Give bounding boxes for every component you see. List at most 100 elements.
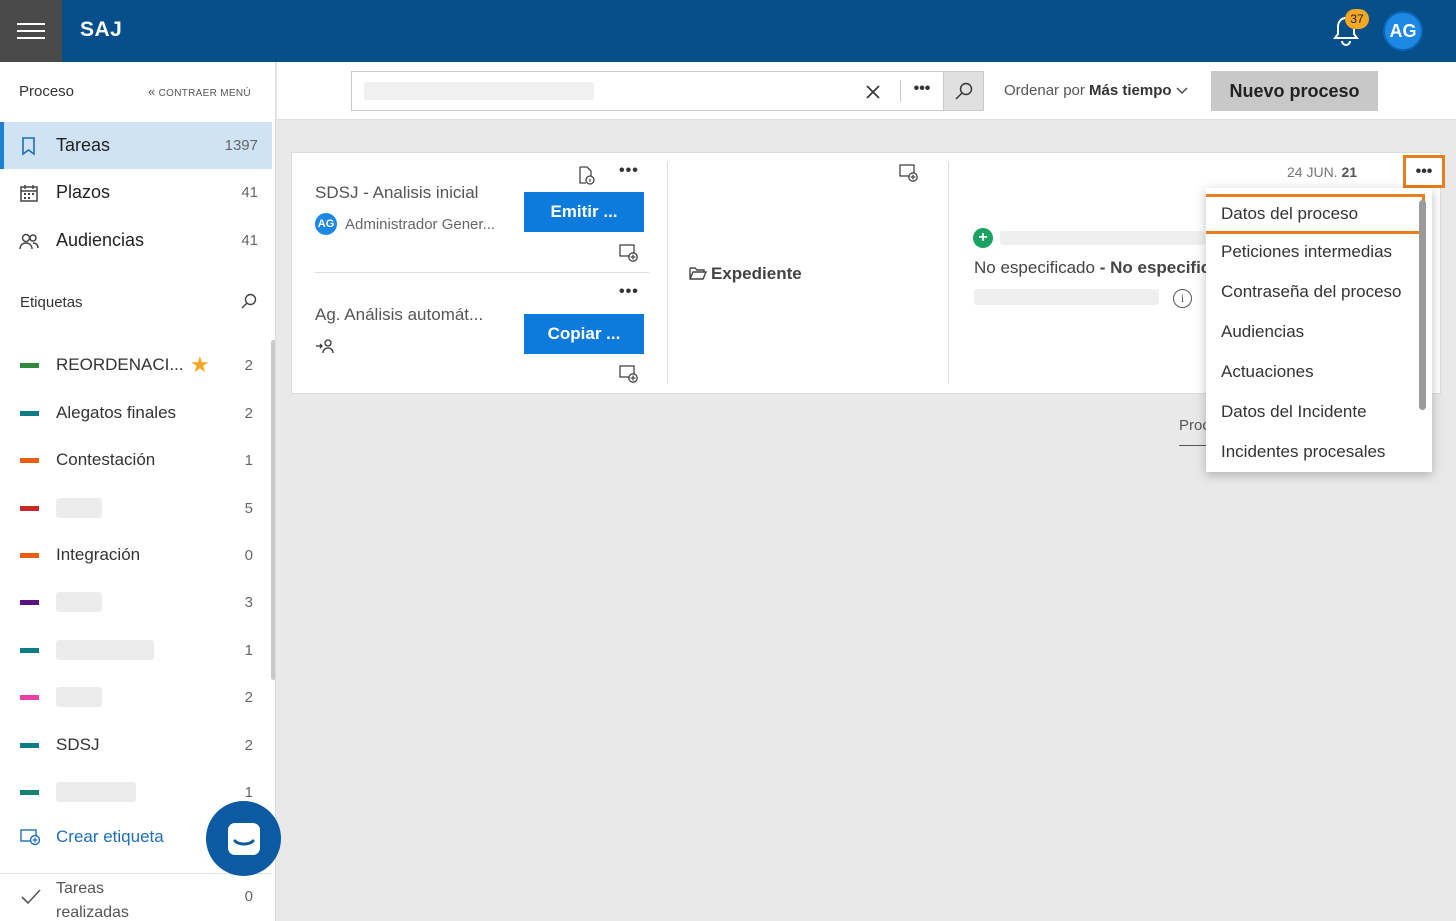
- hamburger-menu-icon[interactable]: [0, 0, 62, 62]
- date-month: 24 JUN.: [1287, 164, 1338, 180]
- tag-count: 1: [244, 641, 253, 659]
- user-avatar[interactable]: AG: [1383, 11, 1423, 51]
- collapse-menu-button[interactable]: « CONTRAER MENÚ: [148, 84, 251, 99]
- redacted-tag-label: [56, 640, 154, 660]
- tag-item[interactable]: SDSJ 2: [0, 723, 272, 767]
- task-title[interactable]: Ag. Análisis automát...: [315, 305, 483, 325]
- tag-count: 1: [244, 783, 253, 801]
- chat-icon: [227, 822, 260, 855]
- tag-label: SDSJ: [56, 735, 100, 754]
- tag-label: REORDENACI...: [56, 355, 184, 374]
- tag-color-swatch: [20, 599, 39, 605]
- checkmark-icon: [21, 889, 41, 905]
- tag-label: Contestación: [56, 450, 156, 469]
- tag-color-swatch: [20, 505, 39, 511]
- app-brand[interactable]: SAJ: [80, 18, 122, 42]
- tag-count: 2: [244, 356, 253, 374]
- menu-item-datos-del-incidente[interactable]: Datos del Incidente: [1206, 392, 1418, 432]
- tag-item[interactable]: 1: [0, 628, 272, 672]
- sort-value: Más tiempo: [1089, 82, 1172, 99]
- sort-dropdown[interactable]: Ordenar por Más tiempo: [1004, 82, 1188, 99]
- assignee-avatar: AG: [315, 213, 337, 235]
- tag-item[interactable]: Alegatos finales 2: [0, 391, 272, 435]
- tag-label: Integración: [56, 545, 141, 564]
- copy-button[interactable]: Copiar ...: [524, 314, 644, 354]
- redacted-tag-label: [56, 498, 102, 518]
- create-tag-label: Crear etiqueta: [56, 827, 164, 846]
- assign-user-icon[interactable]: [315, 337, 335, 357]
- search-box[interactable]: [351, 71, 983, 111]
- task-more-options-icon[interactable]: •••: [619, 283, 639, 301]
- sidebar: Proceso « CONTRAER MENÚ Tareas 1397 Plaz…: [0, 62, 276, 921]
- tag-color-swatch: [20, 742, 39, 748]
- tag-color-swatch: [20, 694, 39, 700]
- new-process-button[interactable]: Nuevo proceso: [1211, 71, 1378, 111]
- menu-item-audiencias[interactable]: Audiencias: [1206, 312, 1418, 352]
- sidebar-item-label: Audiencias: [56, 230, 145, 250]
- search-input[interactable]: [364, 82, 594, 100]
- info-icon[interactable]: i: [1173, 289, 1192, 308]
- menu-scrollbar[interactable]: [1419, 200, 1426, 410]
- expediente-label: Expediente: [711, 264, 802, 283]
- sidebar-scrollbar[interactable]: [271, 340, 275, 680]
- tag-item[interactable]: Contestación 1: [0, 438, 272, 482]
- double-chevron-left-icon: «: [148, 84, 156, 99]
- top-bar: [0, 0, 1456, 62]
- card-date: 24 JUN. 21: [1287, 164, 1357, 180]
- add-tag-icon[interactable]: [619, 243, 639, 263]
- add-icon[interactable]: +: [973, 228, 993, 248]
- sidebar-item-plazos[interactable]: Plazos 41: [0, 169, 272, 216]
- sidebar-item-count: 41: [241, 184, 258, 201]
- tag-item[interactable]: 3: [0, 580, 272, 624]
- sidebar-item-audiencias[interactable]: Audiencias 41: [0, 217, 272, 264]
- menu-item-datos-del-proceso[interactable]: Datos del proceso: [1206, 194, 1425, 234]
- star-icon[interactable]: ★: [190, 352, 210, 378]
- tag-item[interactable]: Integración 0: [0, 533, 272, 577]
- sidebar-item-label: Tareas: [56, 135, 111, 155]
- emit-button[interactable]: Emitir ...: [524, 192, 644, 232]
- tag-color-swatch: [20, 362, 39, 368]
- menu-item-incidentes-procesales[interactable]: Incidentes procesales: [1206, 432, 1418, 472]
- tag-count: 2: [244, 736, 253, 754]
- more-options-icon[interactable]: •••: [908, 80, 936, 102]
- divider: [315, 272, 649, 273]
- tag-label: Alegatos finales: [56, 403, 177, 422]
- add-tag-icon[interactable]: [899, 163, 919, 183]
- task-title[interactable]: SDSJ - Analisis inicial: [315, 183, 478, 203]
- add-tag-icon[interactable]: [619, 364, 639, 384]
- completed-tasks-label: Tareas realizadas: [56, 880, 129, 921]
- tag-count: 0: [244, 546, 253, 564]
- assignee-name: Administrador Gener...: [345, 216, 496, 233]
- party-role: No especific: [1110, 258, 1206, 277]
- tag-item[interactable]: REORDENACI... ★ 2: [0, 343, 272, 387]
- completed-tasks-item[interactable]: Tareas realizadas 0: [0, 873, 272, 921]
- redacted-tag-label: [56, 782, 136, 802]
- notification-badge: 37: [1345, 9, 1369, 29]
- tag-color-swatch: [20, 552, 39, 558]
- redacted-tag-label: [56, 592, 102, 612]
- document-info-icon[interactable]: [576, 165, 596, 185]
- tag-item[interactable]: 5: [0, 486, 272, 530]
- tag-color-swatch: [20, 647, 39, 653]
- menu-item-contrasena-del-proceso[interactable]: Contraseña del proceso: [1206, 272, 1418, 312]
- tab-underline: [1179, 445, 1207, 446]
- card-more-options-button[interactable]: •••: [1403, 155, 1445, 188]
- sidebar-item-tareas[interactable]: Tareas 1397: [0, 122, 272, 169]
- divider: [667, 162, 668, 384]
- menu-item-peticiones-intermedias[interactable]: Peticiones intermedias: [1206, 232, 1418, 272]
- tags-header: Etiquetas: [20, 294, 83, 311]
- tag-count: 3: [244, 593, 253, 611]
- redacted-text: [1000, 231, 1205, 245]
- search-icon[interactable]: [240, 292, 258, 310]
- close-icon[interactable]: [862, 81, 884, 103]
- folder-open-icon: [689, 267, 708, 280]
- search-button[interactable]: [943, 71, 984, 111]
- create-tag-button[interactable]: Crear etiqueta: [20, 827, 164, 846]
- task-more-options-icon[interactable]: •••: [619, 162, 639, 180]
- sidebar-item-count: 41: [241, 232, 258, 249]
- menu-item-actuaciones[interactable]: Actuaciones: [1206, 352, 1418, 392]
- tag-item[interactable]: 2: [0, 675, 272, 719]
- date-day: 21: [1341, 164, 1358, 180]
- expediente-link[interactable]: Expediente: [689, 264, 802, 284]
- chat-support-button[interactable]: [206, 801, 281, 876]
